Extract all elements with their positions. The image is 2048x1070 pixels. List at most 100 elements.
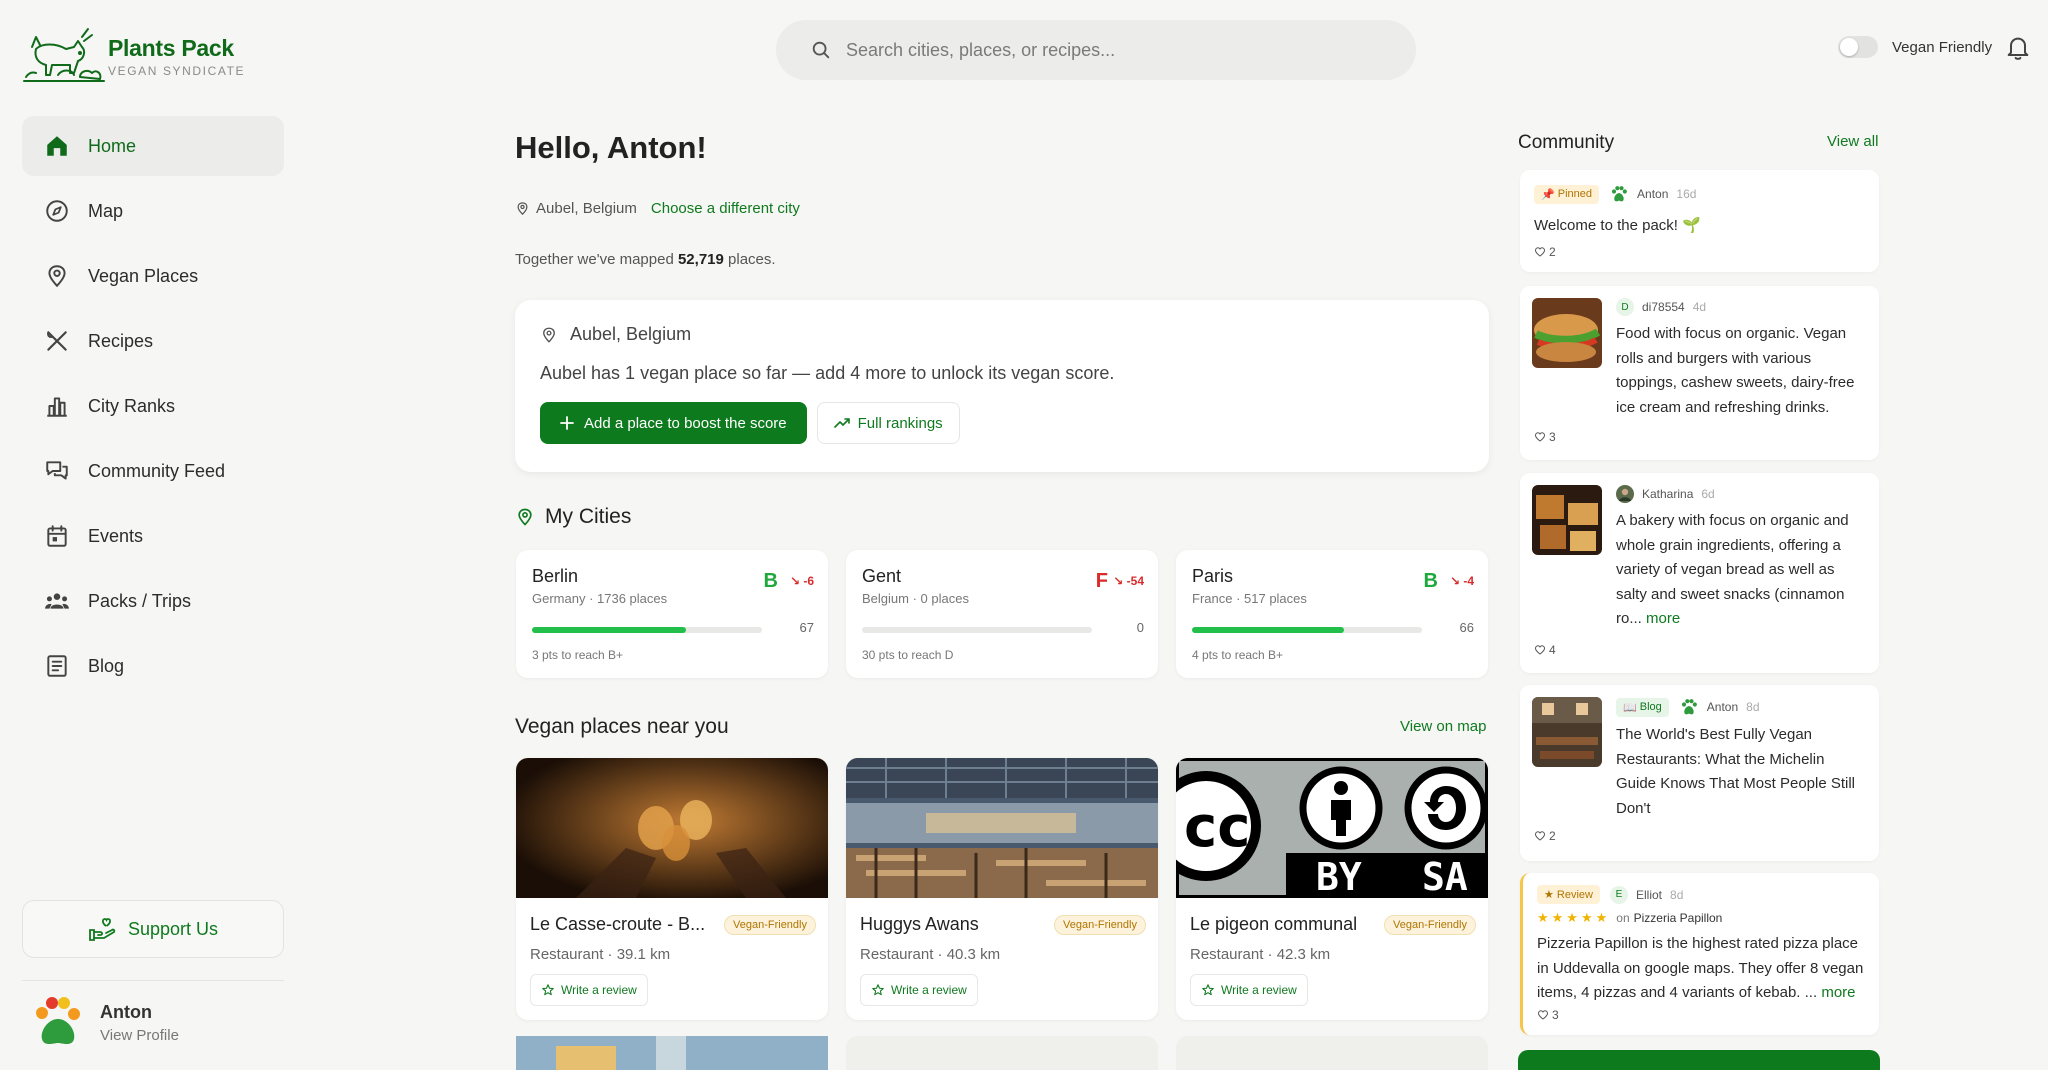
city-card-berlin[interactable]: Berlin Germany · 1736 places B ↘ -6 67 3… xyxy=(516,550,828,678)
paw-avatar-icon xyxy=(1681,699,1697,715)
location-pin-icon xyxy=(48,265,66,288)
heart-icon xyxy=(1534,645,1546,655)
profile-name: Anton xyxy=(100,1002,152,1022)
blog-tag-label: Blog xyxy=(1639,701,1662,713)
post-author[interactable]: Elliot xyxy=(1636,888,1662,902)
place-name: Le pigeon communal xyxy=(1190,914,1358,934)
community-post[interactable]: ★ Review E Elliot 8d ★★★★★ on Pizzeria P… xyxy=(1520,873,1879,1035)
sidebar-item-blog[interactable]: Blog xyxy=(22,636,284,696)
post-thumbnail xyxy=(1532,298,1602,368)
calendar-icon xyxy=(47,525,67,547)
view-on-map-link[interactable]: View on map xyxy=(1400,718,1486,735)
community-post[interactable]: D di78554 4d Food with focus on organic.… xyxy=(1520,286,1879,460)
bar-chart-icon xyxy=(47,397,67,417)
city-progress-bar xyxy=(532,627,762,633)
read-more-link[interactable]: more xyxy=(1821,984,1855,1001)
city-grade: F xyxy=(1095,570,1108,592)
like-count[interactable]: 2 xyxy=(1534,245,1865,259)
community-post[interactable]: Katharina 6d A bakery with focus on orga… xyxy=(1520,473,1879,673)
write-review-button[interactable]: Write a review xyxy=(860,974,978,1006)
place-photo xyxy=(846,758,1158,898)
sidebar-item-events[interactable]: Events xyxy=(22,506,284,566)
community-view-all-link[interactable]: View all xyxy=(1827,133,1878,150)
like-count-value: 2 xyxy=(1549,244,1556,259)
rating-stars: ★★★★★ xyxy=(1537,910,1611,925)
view-profile-link[interactable]: View Profile xyxy=(100,1027,179,1044)
post-author[interactable]: di78554 xyxy=(1642,300,1685,314)
post-author[interactable]: Katharina xyxy=(1642,487,1693,501)
star-outline-icon xyxy=(872,984,884,996)
community-cta-banner[interactable] xyxy=(1518,1050,1880,1070)
read-more-link[interactable]: more xyxy=(1646,610,1680,627)
place-card-placeholder xyxy=(1176,1036,1488,1070)
notification-bell-icon[interactable] xyxy=(2004,34,2032,62)
search-bar[interactable] xyxy=(776,20,1416,80)
place-card[interactable]: Le Casse-croute - B... Vegan-Friendly Re… xyxy=(516,758,828,1020)
place-card[interactable]: cc BY SA Le pigeon communal Vegan-Friend… xyxy=(1176,758,1488,1020)
sidebar-item-home[interactable]: Home xyxy=(22,116,284,176)
write-review-label: Write a review xyxy=(561,983,637,997)
place-type-distance: Restaurant · 40.3 km xyxy=(860,946,1001,963)
full-rankings-button[interactable]: Full rankings xyxy=(816,402,960,444)
like-count[interactable]: 2 xyxy=(1534,829,1556,843)
city-card-gent[interactable]: Gent Belgium · 0 places F ↘ -54 0 30 pts… xyxy=(846,550,1158,678)
support-us-button[interactable]: Support Us xyxy=(22,900,284,958)
like-count[interactable]: 3 xyxy=(1537,1008,1865,1022)
place-type-distance: Restaurant · 42.3 km xyxy=(1190,946,1331,963)
post-author[interactable]: Anton xyxy=(1637,187,1668,201)
sidebar-item-label: Blog xyxy=(88,655,125,676)
post-time: 4d xyxy=(1692,300,1707,314)
sidebar-item-label: Recipes xyxy=(88,330,154,351)
like-count[interactable]: 3 xyxy=(1534,430,1556,444)
place-type-distance: Restaurant · 39.1 km xyxy=(530,946,671,963)
city-grade: B xyxy=(763,570,778,592)
community-title: Community xyxy=(1518,132,1615,153)
place-card-partial[interactable] xyxy=(516,1036,828,1070)
city-progress-fill xyxy=(1192,627,1344,633)
post-text: Pizzeria Papillon is the highest rated p… xyxy=(1537,935,1864,1001)
write-review-label: Write a review xyxy=(891,983,967,997)
city-delta: ↘ -4 xyxy=(1449,574,1474,588)
post-time: 16d xyxy=(1676,187,1697,201)
profile-card[interactable]: Anton View Profile xyxy=(30,995,179,1051)
sidebar-item-vegan-places[interactable]: Vegan Places xyxy=(22,246,284,306)
vegan-friendly-label: Vegan Friendly xyxy=(1892,38,1993,56)
city-score: 67 xyxy=(799,620,814,635)
sidebar-nav: Home Map Vegan Places Recipes City Ranks… xyxy=(22,116,284,701)
city-card-paris[interactable]: Paris France · 517 places B ↘ -4 66 4 pt… xyxy=(1176,550,1488,678)
star-outline-icon xyxy=(542,984,554,996)
sidebar-item-map[interactable]: Map xyxy=(22,181,284,241)
write-review-label: Write a review xyxy=(1221,983,1297,997)
choose-city-link[interactable]: Choose a different city xyxy=(651,200,800,217)
vegan-friendly-badge: Vegan-Friendly xyxy=(724,915,816,935)
near-places-heading: Vegan places near you xyxy=(515,715,729,739)
write-review-button[interactable]: Write a review xyxy=(1190,974,1308,1006)
community-post[interactable]: 📖 Blog Anton 8d The World's Best Fully V… xyxy=(1520,685,1879,861)
sidebar-item-city-ranks[interactable]: City Ranks xyxy=(22,376,284,436)
brand-logo[interactable]: Plants Pack VEGAN SYNDICATE xyxy=(22,26,262,86)
review-tag-label: Review xyxy=(1556,888,1593,901)
post-time: 8d xyxy=(1746,700,1760,714)
city-next-grade: 4 pts to reach B+ xyxy=(1192,648,1284,662)
search-input[interactable] xyxy=(846,39,1366,61)
heart-icon xyxy=(1534,831,1546,841)
sidebar-item-recipes[interactable]: Recipes xyxy=(22,311,284,371)
city-next-grade: 30 pts to reach D xyxy=(862,648,954,662)
sidebar-item-community-feed[interactable]: Community Feed xyxy=(22,441,284,501)
post-text-wrap: Pizzeria Papillon is the highest rated p… xyxy=(1537,932,1865,1006)
like-count[interactable]: 4 xyxy=(1534,643,1556,657)
vegan-friendly-toggle[interactable] xyxy=(1838,36,1878,58)
reviewed-place-link[interactable]: Pizzeria Papillon xyxy=(1634,911,1723,925)
post-author[interactable]: Anton xyxy=(1707,700,1738,714)
article-icon xyxy=(47,655,67,677)
community-post[interactable]: 📌 Pinned Anton 16d Welcome to the pack! … xyxy=(1520,170,1879,272)
place-card[interactable]: Huggys Awans Vegan-Friendly Restaurant ·… xyxy=(846,758,1158,1020)
post-text: The World's Best Fully Vegan Restaurants… xyxy=(1616,726,1856,817)
sa-license-mark: SA xyxy=(1422,855,1468,898)
sidebar-item-label: Vegan Places xyxy=(88,265,199,286)
add-place-button[interactable]: Add a place to boost the score xyxy=(540,402,807,444)
vegan-friendly-filter[interactable]: Vegan Friendly xyxy=(1838,36,1992,58)
write-review-button[interactable]: Write a review xyxy=(530,974,648,1006)
sidebar-item-packs-trips[interactable]: Packs / Trips xyxy=(22,571,284,631)
heart-icon xyxy=(1537,1009,1549,1020)
